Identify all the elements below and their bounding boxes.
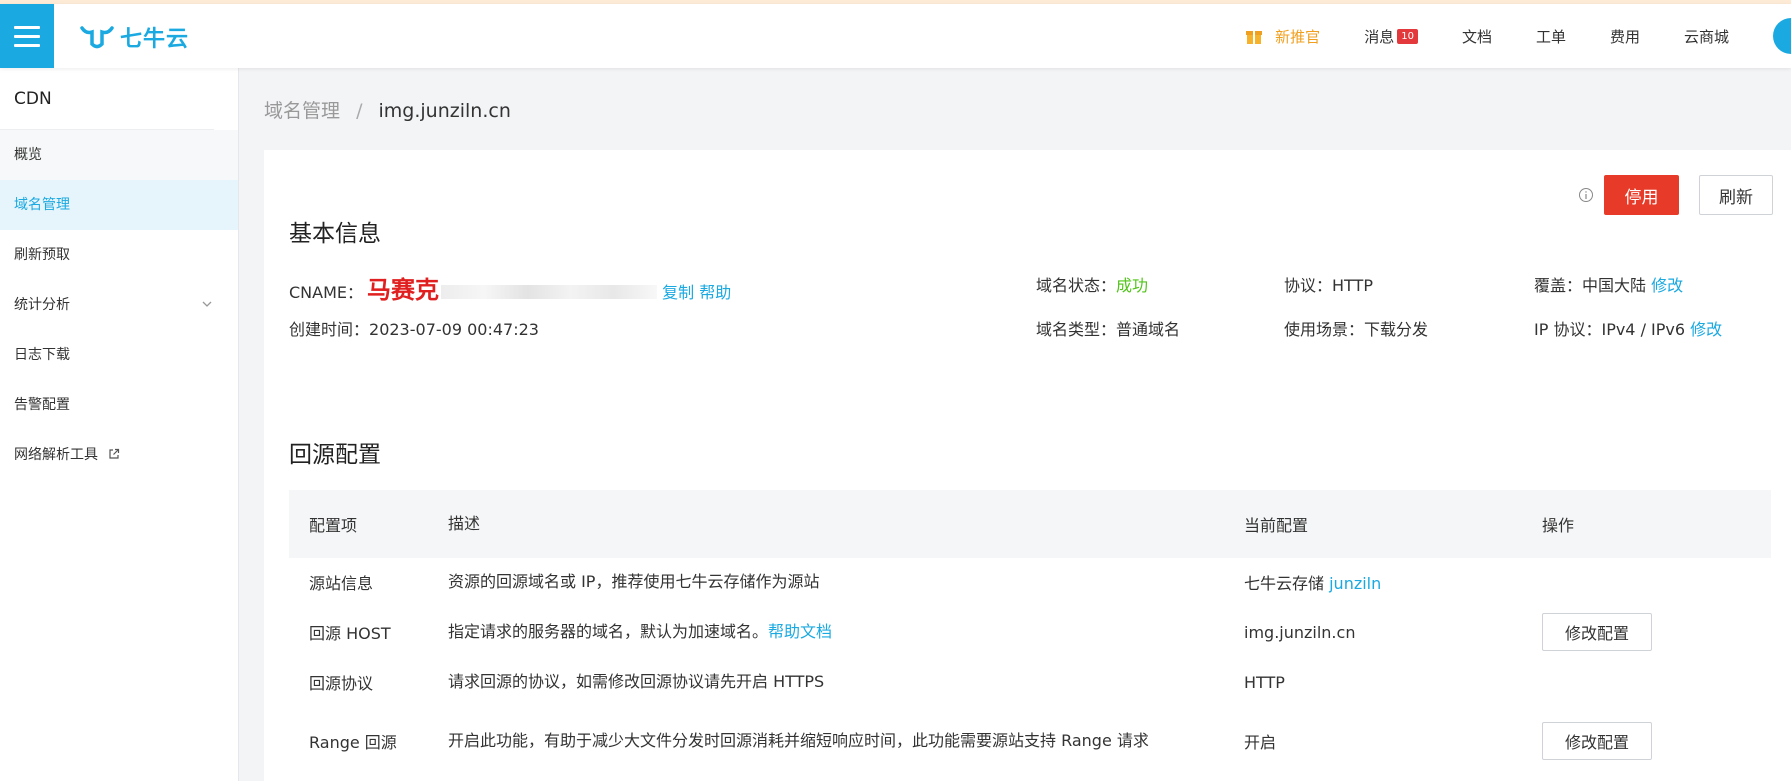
nav-messages-label: 消息 — [1364, 27, 1395, 46]
cname-blurred-value — [441, 285, 658, 299]
modify-config-button[interactable]: 修改配置 — [1542, 722, 1652, 760]
origin-config-table: 配置项 描述 当前配置 操作 源站信息 资源的回源域名或 IP，推荐使用七牛云存… — [289, 490, 1771, 776]
copy-link[interactable]: 复制 — [662, 283, 694, 302]
created-label: 创建时间： — [289, 320, 370, 339]
cname-label: CNAME： — [289, 283, 364, 302]
breadcrumb-separator: / — [356, 100, 363, 122]
nav-docs[interactable]: 文档 — [1462, 26, 1492, 47]
sidebar-item-refresh-prefetch[interactable]: 刷新预取 — [0, 230, 238, 280]
cname-field: CNAME： 马赛克 复制 帮助 — [289, 270, 731, 305]
avatar[interactable] — [1773, 18, 1791, 54]
row-desc: 请求回源的协议，如需修改回源协议请先开启 HTTPS — [448, 672, 825, 691]
ip-edit-link[interactable]: 修改 — [1690, 320, 1722, 339]
status-value: 成功 — [1116, 276, 1149, 295]
sidebar-item-statistics[interactable]: 统计分析 — [0, 280, 238, 330]
nav-promo-label: 新推官 — [1275, 27, 1321, 46]
gift-icon — [1246, 31, 1263, 44]
row-current: 开启 — [1244, 733, 1277, 752]
help-link[interactable]: 帮助 — [699, 283, 731, 302]
column-header: 当前配置 — [1244, 516, 1309, 535]
nav-tickets[interactable]: 工单 — [1536, 26, 1566, 47]
type-field: 域名类型：普通域名 — [1036, 316, 1180, 340]
coverage-edit-link[interactable]: 修改 — [1651, 276, 1683, 295]
protocol-value: HTTP — [1332, 276, 1373, 295]
row-current: HTTP — [1244, 672, 1285, 692]
column-header: 描述 — [448, 514, 481, 533]
sidebar: CDN 概览 域名管理 刷新预取 统计分析 日志下载 告警配置 网络解析工具 — [0, 68, 239, 781]
sidebar-item-label: 统计分析 — [14, 297, 70, 313]
table-row: 回源 HOST 指定请求的服务器的域名，默认为加速域名。帮助文档 img.jun… — [289, 606, 1771, 658]
nav-market[interactable]: 云商城 — [1684, 26, 1729, 47]
sidebar-item-dns-tool[interactable]: 网络解析工具 — [0, 430, 238, 480]
protocol-field: 协议：HTTP — [1284, 272, 1373, 296]
modify-config-button[interactable]: 修改配置 — [1542, 613, 1652, 651]
table-row: 回源协议 请求回源的协议，如需修改回源协议请先开启 HTTPS HTTP — [289, 658, 1771, 706]
basic-info-title: 基本信息 — [289, 221, 381, 247]
breadcrumb-parent[interactable]: 域名管理 — [264, 100, 340, 122]
ip-field: IP 协议：IPv4 / IPv6 修改 — [1534, 316, 1722, 340]
protocol-label: 协议： — [1284, 276, 1333, 295]
coverage-label: 覆盖： — [1534, 276, 1583, 295]
row-name: 回源 HOST — [309, 624, 391, 643]
nav-billing[interactable]: 费用 — [1610, 26, 1640, 47]
status-label: 域名状态： — [1036, 276, 1117, 295]
coverage-field: 覆盖：中国大陆 修改 — [1534, 272, 1683, 296]
type-label: 域名类型： — [1036, 320, 1117, 339]
breadcrumb: 域名管理 / img.junziln.cn — [264, 96, 511, 123]
external-link-icon — [109, 448, 120, 459]
refresh-button[interactable]: 刷新 — [1699, 175, 1773, 215]
table-row: 源站信息 资源的回源域名或 IP，推荐使用七牛云存储作为源站 七牛云存储 jun… — [289, 558, 1771, 606]
messages-badge: 10 — [1397, 28, 1418, 44]
current-value: 七牛云存储 — [1244, 574, 1325, 593]
created-value: 2023-07-09 00:47:23 — [369, 320, 539, 339]
cname-mosaic-text: 马赛克 — [367, 276, 440, 304]
sidebar-item-log-download[interactable]: 日志下载 — [0, 330, 238, 380]
logo-text: 七牛云 — [120, 27, 190, 52]
help-doc-link[interactable]: 帮助文档 — [768, 622, 832, 641]
desc-text: 指定请求的服务器的域名，默认为加速域名。 — [448, 622, 769, 641]
scene-value: 下载分发 — [1364, 320, 1429, 339]
coverage-value: 中国大陆 — [1582, 276, 1647, 295]
origin-config-title: 回源配置 — [289, 442, 381, 468]
status-field: 域名状态：成功 — [1036, 272, 1148, 296]
column-header: 配置项 — [309, 516, 358, 535]
sidebar-title: CDN — [0, 68, 214, 130]
row-current: 七牛云存储 junziln — [1244, 570, 1542, 594]
nav-messages[interactable]: 消息 10 — [1364, 26, 1418, 47]
row-name: 回源协议 — [309, 674, 374, 693]
row-current: img.junziln.cn — [1244, 622, 1356, 642]
row-name: Range 回源 — [309, 733, 397, 752]
bucket-link[interactable]: junziln — [1329, 574, 1381, 593]
scene-field: 使用场景：下载分发 — [1284, 316, 1428, 340]
chevron-down-icon — [202, 301, 212, 307]
info-icon[interactable] — [1578, 187, 1594, 203]
row-desc: 资源的回源域名或 IP，推荐使用七牛云存储作为源站 — [448, 572, 820, 591]
row-desc: 指定请求的服务器的域名，默认为加速域名。帮助文档 — [448, 619, 1244, 645]
table-row: Range 回源 开启此功能，有助于减少大文件分发时回源消耗并缩短响应时间，此功… — [289, 706, 1771, 776]
sidebar-item-label: 网络解析工具 — [14, 447, 98, 463]
sidebar-item-domain-management[interactable]: 域名管理 — [0, 180, 238, 230]
column-header: 操作 — [1542, 516, 1575, 535]
top-nav: 新推官 消息 10 文档 工单 费用 云商城 — [1245, 4, 1791, 68]
nav-promo[interactable]: 新推官 — [1245, 26, 1320, 47]
row-name: 源站信息 — [309, 574, 374, 593]
bull-logo-icon — [80, 26, 114, 49]
logo[interactable]: 七牛云 — [80, 22, 189, 52]
ip-value: IPv4 / IPv6 — [1601, 320, 1686, 339]
breadcrumb-current: img.junziln.cn — [378, 100, 511, 122]
row-desc: 开启此功能，有助于减少大文件分发时回源消耗并缩短响应时间，此功能需要源站支持 R… — [448, 731, 1149, 750]
created-field: 创建时间：2023-07-09 00:47:23 — [289, 316, 539, 340]
row-action: 修改配置 — [1542, 613, 1771, 651]
row-action: 修改配置 — [1542, 722, 1771, 760]
hamburger-menu-button[interactable] — [0, 4, 54, 68]
sidebar-item-alert-config[interactable]: 告警配置 — [0, 380, 238, 430]
sidebar-item-overview[interactable]: 概览 — [0, 130, 238, 180]
scene-label: 使用场景： — [1284, 320, 1365, 339]
type-value: 普通域名 — [1116, 320, 1181, 339]
ip-label: IP 协议： — [1534, 320, 1602, 339]
stop-button[interactable]: 停用 — [1604, 175, 1679, 215]
table-header: 配置项 描述 当前配置 操作 — [289, 490, 1771, 558]
top-bar: 七牛云 新推官 消息 10 文档 工单 费用 云商城 — [0, 4, 1791, 68]
